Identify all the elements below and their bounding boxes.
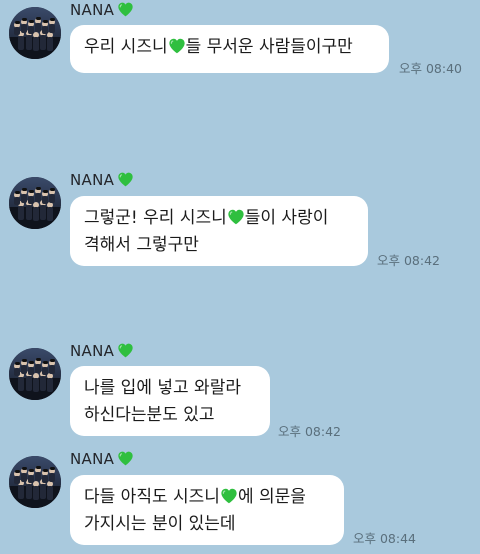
avatar[interactable] bbox=[9, 348, 61, 400]
message-text: 가지시는 분이 있는데 bbox=[84, 514, 236, 534]
avatar-image bbox=[9, 177, 61, 229]
message-timestamp: 오후 08:40 bbox=[399, 61, 462, 76]
sender-name-text: NANA bbox=[70, 342, 115, 360]
green-heart-icon bbox=[227, 208, 245, 228]
message-text: 우리 시즈니 bbox=[84, 37, 168, 57]
sender-name: NANA bbox=[70, 1, 134, 19]
message-text: 다들 아직도 시즈니 bbox=[84, 487, 220, 507]
green-heart-icon bbox=[220, 487, 238, 507]
message-line: 다들 아직도 시즈니 에 의문을 bbox=[84, 484, 330, 511]
message-line: 하신다는분도 있고 bbox=[84, 402, 256, 429]
sender-name-text: NANA bbox=[70, 1, 115, 19]
message-timestamp: 오후 08:44 bbox=[353, 531, 416, 546]
message-line: 가지시는 분이 있는데 bbox=[84, 511, 330, 538]
avatar-image bbox=[9, 7, 61, 59]
message-text: 들 무서운 사람들이구만 bbox=[185, 37, 353, 57]
sender-name-text: NANA bbox=[70, 171, 115, 189]
message-line: 나를 입에 넣고 와랄라 bbox=[84, 375, 256, 402]
message-timestamp: 오후 08:42 bbox=[377, 253, 440, 268]
message-timestamp: 오후 08:42 bbox=[278, 424, 341, 439]
avatar[interactable] bbox=[9, 177, 61, 229]
message-bubble[interactable]: 우리 시즈니 들 무서운 사람들이구만 bbox=[70, 25, 389, 73]
green-heart-icon bbox=[117, 342, 134, 360]
sender-name: NANA bbox=[70, 450, 134, 468]
message-text: 격해서 그렇구만 bbox=[84, 235, 199, 255]
message-text: 나를 입에 넣고 와랄라 bbox=[84, 378, 241, 398]
message-bubble[interactable]: 그렇군! 우리 시즈니 들이 사랑이 격해서 그렇구만 bbox=[70, 196, 368, 266]
green-heart-icon bbox=[117, 450, 134, 468]
avatar-image bbox=[9, 348, 61, 400]
sender-name: NANA bbox=[70, 342, 134, 360]
avatar[interactable] bbox=[9, 456, 61, 508]
message-bubble[interactable]: 나를 입에 넣고 와랄라 하신다는분도 있고 bbox=[70, 366, 270, 436]
message-text: 하신다는분도 있고 bbox=[84, 405, 215, 425]
green-heart-icon bbox=[117, 1, 134, 19]
sender-name-text: NANA bbox=[70, 450, 115, 468]
green-heart-icon bbox=[168, 37, 186, 57]
avatar[interactable] bbox=[9, 7, 61, 59]
message-text: 그렇군! 우리 시즈니 bbox=[84, 208, 227, 228]
message-bubble[interactable]: 다들 아직도 시즈니 에 의문을 가지시는 분이 있는데 bbox=[70, 475, 344, 545]
avatar-image bbox=[9, 456, 61, 508]
sender-name: NANA bbox=[70, 171, 134, 189]
message-text: 들이 사랑이 bbox=[244, 208, 329, 228]
green-heart-icon bbox=[117, 171, 134, 189]
message-line: 격해서 그렇구만 bbox=[84, 232, 354, 259]
message-line: 그렇군! 우리 시즈니 들이 사랑이 bbox=[84, 205, 354, 232]
message-text: 에 의문을 bbox=[237, 487, 306, 507]
